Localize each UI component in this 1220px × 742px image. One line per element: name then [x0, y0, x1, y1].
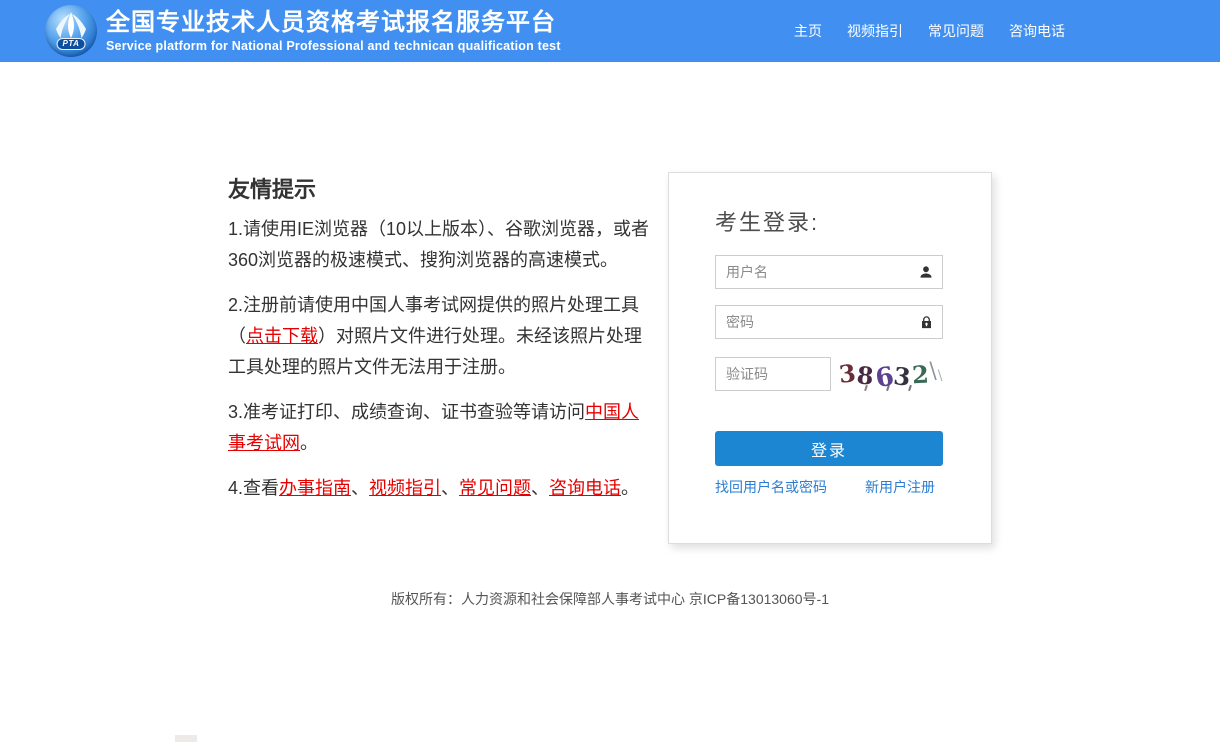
username-input[interactable]: [715, 255, 943, 289]
captcha-field-wrap: [715, 357, 831, 391]
bottom-partial-artifact: [175, 735, 197, 742]
nav-hotline-link[interactable]: 咨询电话: [1009, 21, 1065, 41]
platform-logo-icon: PTA: [45, 5, 97, 57]
tip-item-1: 1.请使用IE浏览器（10以上版本）、谷歌浏览器，或者360浏览器的极速模式、搜…: [228, 214, 652, 276]
nav-home-link[interactable]: 主页: [794, 21, 822, 41]
friendly-tips-section: 友情提示 1.请使用IE浏览器（10以上版本）、谷歌浏览器，或者360浏览器的极…: [228, 172, 652, 518]
user-icon: [918, 264, 934, 280]
tip-4-pre: 4.查看: [228, 478, 279, 498]
tip-4-sep2: 、: [441, 478, 459, 498]
tip-4-sep1: 、: [351, 478, 369, 498]
nav-video-guide-link[interactable]: 视频指引: [847, 21, 903, 41]
tips-heading: 友情提示: [228, 172, 652, 204]
header-titles: 全国专业技术人员资格考试报名服务平台 Service platform for …: [106, 10, 561, 53]
password-field-wrap: [715, 305, 943, 339]
tip-4-post: 。: [621, 478, 639, 498]
main-content: 友情提示 1.请使用IE浏览器（10以上版本）、谷歌浏览器，或者360浏览器的极…: [228, 62, 992, 544]
logo-abbr-label: PTA: [57, 38, 86, 50]
nav-faq-link[interactable]: 常见问题: [928, 21, 984, 41]
tip-3-post: 。: [300, 433, 318, 453]
login-button[interactable]: 登录: [715, 431, 943, 466]
username-field-wrap: [715, 255, 943, 289]
login-links: 找回用户名或密码 新用户注册: [715, 477, 943, 497]
tip-1-text: 1.请使用IE浏览器（10以上版本）、谷歌浏览器，或者360浏览器的极速模式、搜…: [228, 219, 649, 270]
download-tool-link[interactable]: 点击下载: [246, 326, 318, 346]
password-input[interactable]: [715, 305, 943, 339]
forgot-password-link[interactable]: 找回用户名或密码: [715, 477, 827, 497]
header-nav: 主页 视频指引 常见问题 咨询电话: [794, 21, 1065, 41]
page-subtitle: Service platform for National Profession…: [106, 39, 561, 53]
tip-4-sep3: 、: [531, 478, 549, 498]
header: PTA 全国专业技术人员资格考试报名服务平台 Service platform …: [0, 0, 1220, 62]
page-title: 全国专业技术人员资格考试报名服务平台: [106, 10, 561, 36]
captcha-input[interactable]: [715, 357, 831, 391]
register-link[interactable]: 新用户注册: [865, 477, 935, 497]
lock-icon: [918, 314, 934, 330]
captcha-image[interactable]: 38632\\: [839, 355, 943, 393]
login-card: 考生登录: 386: [668, 172, 992, 544]
video-guide-link[interactable]: 视频指引: [369, 478, 441, 498]
hotline-link[interactable]: 咨询电话: [549, 478, 621, 498]
captcha-row: 38632\\: [715, 355, 943, 393]
footer: 版权所有：人力资源和社会保障部人事考试中心 京ICP备13013060号-1: [0, 589, 1220, 609]
tip-item-3: 3.准考证打印、成绩查询、证书查验等请访问中国人事考试网。: [228, 397, 652, 459]
service-guide-link[interactable]: 办事指南: [279, 478, 351, 498]
tip-item-2: 2.注册前请使用中国人事考试网提供的照片处理工具（点击下载）对照片文件进行处理。…: [228, 290, 652, 383]
copyright-text: 版权所有：人力资源和社会保障部人事考试中心 京ICP备13013060号-1: [391, 591, 829, 607]
tip-item-4: 4.查看办事指南、视频指引、常见问题、咨询电话。: [228, 473, 652, 504]
login-heading: 考生登录:: [715, 205, 943, 237]
tip-3-pre: 3.准考证打印、成绩查询、证书查验等请访问: [228, 402, 585, 422]
faq-link[interactable]: 常见问题: [459, 478, 531, 498]
